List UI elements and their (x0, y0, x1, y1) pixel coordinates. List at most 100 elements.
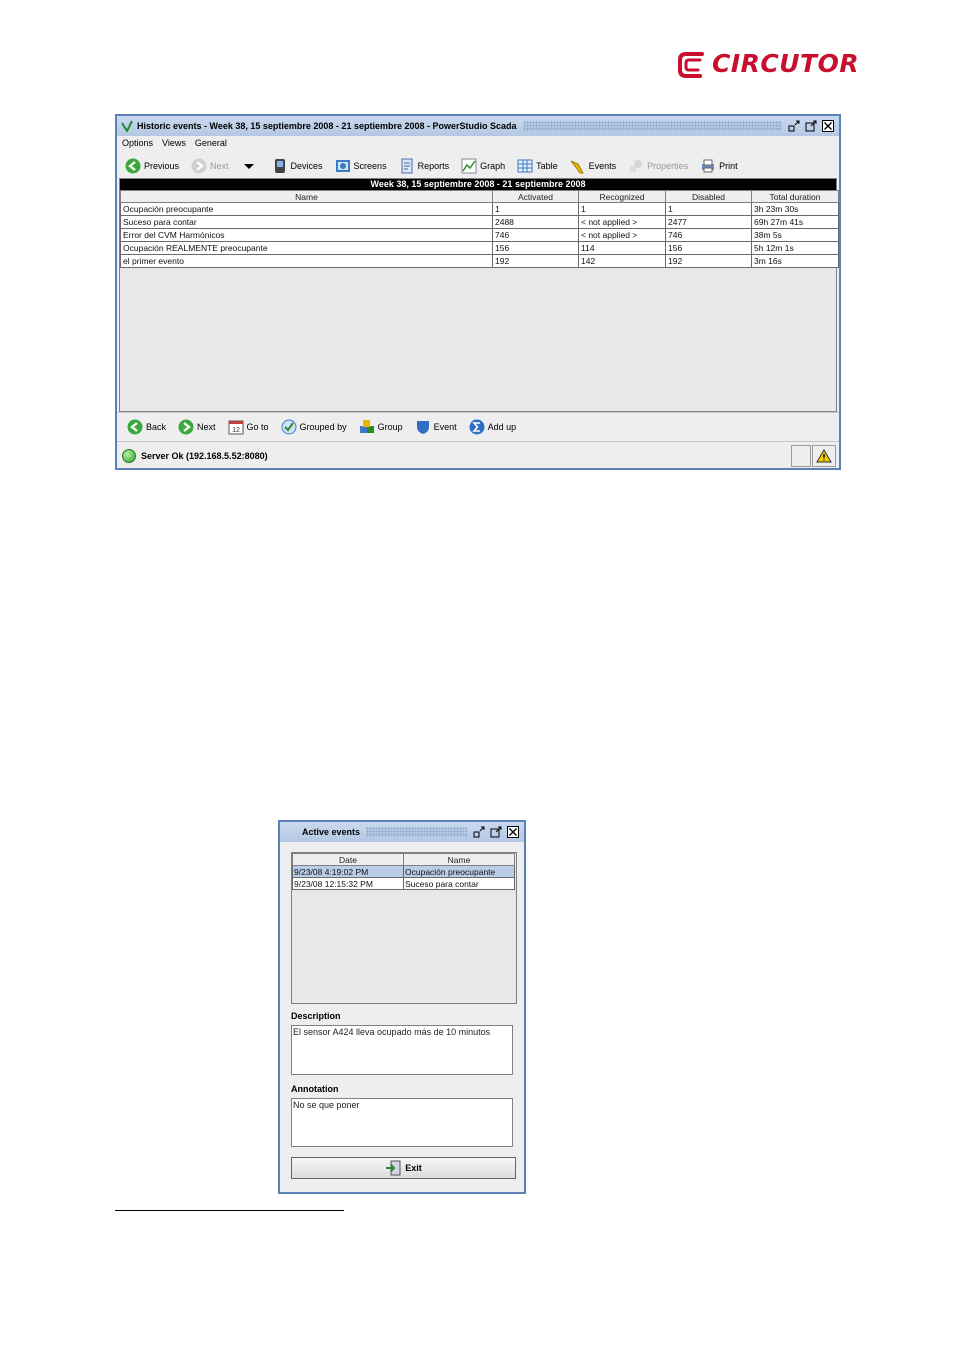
menu-views[interactable]: Views (162, 138, 186, 148)
maximize-icon[interactable] (805, 120, 817, 132)
cell-activated: 192 (492, 254, 579, 268)
properties-icon (630, 160, 643, 172)
cell-total-duration: 3m 16s (751, 254, 839, 268)
next-nav-label: Next (197, 422, 216, 432)
event-button[interactable]: Event (415, 419, 457, 435)
triangle-down-icon (243, 164, 254, 169)
table-button[interactable]: Table (517, 158, 558, 174)
grouped-by-button[interactable]: Grouped by (281, 419, 347, 435)
print-button[interactable]: Print (700, 158, 738, 174)
column-header-date[interactable]: Date (292, 853, 404, 866)
reports-button[interactable]: Reports (399, 158, 449, 174)
sum-icon (469, 419, 485, 435)
cell-activated: 1 (492, 202, 579, 216)
table-row[interactable]: Suceso para contar 2488 < not applied > … (120, 215, 839, 229)
cell-date: 9/23/08 12:15:32 PM (292, 877, 404, 890)
cell-activated: 746 (492, 228, 579, 242)
server-status: Server Ok (192.168.5.52:8080) (141, 450, 268, 461)
cell-name: Ocupación REALMENTE preocupante (120, 241, 493, 255)
table-row[interactable]: Ocupación REALMENTE preocupante 156 114 … (120, 241, 839, 255)
cell-disabled: 156 (665, 241, 752, 255)
cell-name: Suceso para contar (403, 877, 515, 890)
previous-button[interactable]: Previous (125, 158, 179, 174)
properties-label: Properties (647, 161, 689, 171)
device-icon (274, 159, 285, 173)
column-header-activated[interactable]: Activated (492, 190, 579, 203)
devices-label: Devices (290, 161, 323, 171)
add-up-button[interactable]: Add up (469, 419, 516, 435)
print-label: Print (719, 161, 738, 171)
close-icon[interactable] (822, 120, 834, 132)
table-row[interactable]: 9/23/08 12:15:32 PM Suceso para contar (292, 877, 515, 890)
annotation-field[interactable]: No se que poner (291, 1098, 513, 1147)
window-title: Historic events - Week 38, 15 septiembre… (137, 121, 517, 131)
cell-date: 9/23/08 4:19:02 PM (292, 865, 404, 878)
table-label: Table (536, 161, 558, 171)
table-header-row: Date Name (292, 853, 515, 866)
cell-recognized: 142 (578, 254, 666, 268)
description-field[interactable]: El sensor A424 lleva ocupado más de 10 m… (291, 1025, 513, 1075)
events-button[interactable]: Events (570, 158, 616, 174)
group-button[interactable]: Group (359, 419, 403, 435)
cell-recognized: 1 (578, 202, 666, 216)
table-row[interactable]: 9/23/08 4:19:02 PM Ocupación preocupante (292, 865, 515, 878)
next-button[interactable]: Next (191, 158, 229, 174)
column-header-total-duration[interactable]: Total duration (751, 190, 839, 203)
printer-icon (702, 159, 715, 173)
cell-name: Suceso para contar (120, 215, 493, 229)
statusbar: Server Ok (192.168.5.52:8080) (117, 441, 839, 469)
back-button[interactable]: Back (127, 419, 166, 435)
events-table: Name Activated Recognized Disabled Total… (120, 190, 839, 268)
next-nav-button[interactable]: Next (178, 419, 216, 435)
previous-label: Previous (144, 161, 180, 171)
close-icon[interactable] (507, 826, 519, 838)
warning-button[interactable] (812, 445, 836, 467)
logo-text: CIRCUTOR (712, 49, 860, 78)
calendar-icon: 12 (228, 420, 244, 435)
cell-disabled: 2477 (665, 215, 752, 229)
active-events-table: Date Name 9/23/08 4:19:02 PM Ocupación p… (292, 853, 515, 890)
table-row[interactable]: el primer evento 192 142 192 3m 16s (120, 254, 839, 268)
back-label: Back (146, 422, 167, 432)
screen-icon (335, 160, 350, 172)
screens-label: Screens (353, 161, 387, 171)
table-row[interactable]: Error del CVM Harmónicos 746 < not appli… (120, 228, 839, 242)
column-header-name[interactable]: Name (403, 853, 515, 866)
screens-button[interactable]: Screens (335, 158, 387, 174)
window-titlebar: Historic events - Week 38, 15 septiembre… (117, 116, 839, 136)
devices-button[interactable]: Devices (272, 158, 323, 174)
minimize-icon[interactable] (473, 826, 485, 838)
exit-button[interactable]: Exit (291, 1157, 516, 1179)
cell-activated: 156 (492, 241, 579, 255)
properties-button[interactable]: Properties (628, 158, 688, 174)
goto-button[interactable]: 12 Go to (228, 419, 269, 435)
status-ok-icon (122, 448, 136, 463)
column-header-disabled[interactable]: Disabled (665, 190, 752, 203)
cell-total-duration: 69h 27m 41s (751, 215, 839, 229)
column-header-recognized[interactable]: Recognized (578, 190, 666, 203)
exit-label: Exit (405, 1163, 422, 1173)
table-icon (517, 159, 533, 173)
minimize-icon[interactable] (788, 120, 800, 132)
graph-label: Graph (480, 161, 506, 171)
circutor-logo-icon (678, 52, 704, 78)
grouped-by-label: Grouped by (299, 422, 347, 432)
menu-general[interactable]: General (195, 138, 227, 148)
active-events-table-area: Date Name 9/23/08 4:19:02 PM Ocupación p… (291, 852, 517, 1004)
menu-options[interactable]: Options (122, 138, 153, 148)
goto-label: Go to (246, 422, 269, 432)
group-label: Group (377, 422, 403, 432)
historic-events-window: Historic events - Week 38, 15 septiembre… (115, 114, 841, 470)
arrow-right-icon (191, 158, 207, 174)
dropdown-button[interactable] (241, 158, 260, 174)
title-grip (366, 827, 467, 837)
navigation-toolbar: Back Next 12 Go to Grouped by Group Even… (117, 412, 839, 441)
cell-disabled: 1 (665, 202, 752, 216)
week-header: Week 38, 15 septiembre 2008 - 21 septiem… (120, 179, 836, 190)
maximize-icon[interactable] (490, 826, 502, 838)
table-row[interactable]: Ocupación preocupante 1 1 1 3h 23m 30s (120, 202, 839, 216)
footnote-separator (115, 1210, 344, 1211)
active-window-title: Active events (302, 827, 361, 837)
column-header-name[interactable]: Name (120, 190, 493, 203)
graph-button[interactable]: Graph (461, 158, 505, 174)
